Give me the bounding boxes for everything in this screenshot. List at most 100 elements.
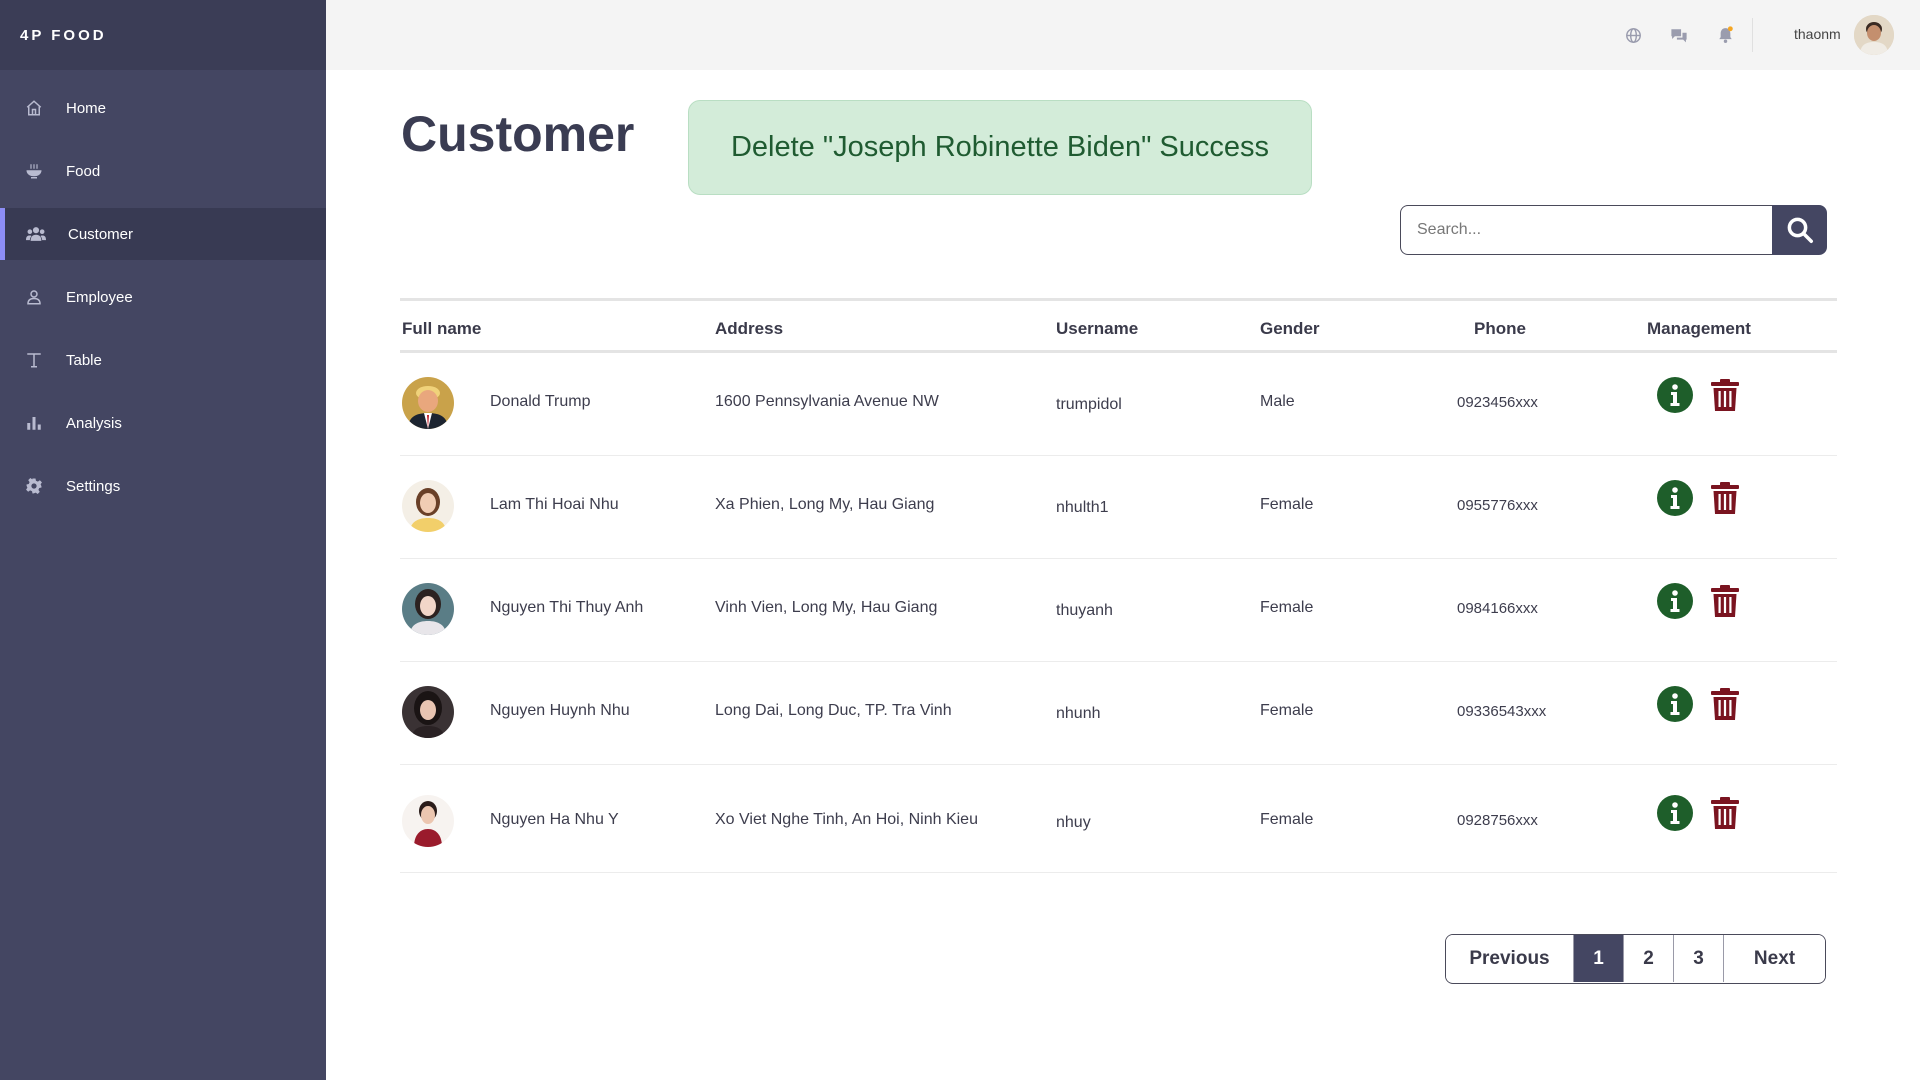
page-title: Customer [401, 105, 634, 163]
search-bar [1400, 205, 1827, 255]
trash-icon [1710, 378, 1740, 412]
sidebar-item-food[interactable]: Food [0, 145, 326, 197]
info-button[interactable] [1657, 480, 1693, 516]
info-button[interactable] [1657, 583, 1693, 619]
table-row: Lam Thi Hoai Nhu Xa Phien, Long My, Hau … [400, 456, 1837, 559]
customer-name: Nguyen Thi Thuy Anh [490, 599, 643, 617]
success-toast: Delete "Joseph Robinette Biden" Success [688, 100, 1312, 195]
search-input[interactable] [1400, 205, 1772, 255]
sidebar-item-home[interactable]: Home [0, 82, 326, 134]
header-username: Username [1056, 319, 1138, 339]
sidebar-item-label: Table [66, 352, 102, 369]
gear-icon [22, 474, 46, 498]
globe-icon[interactable] [1622, 24, 1644, 46]
delete-button[interactable] [1707, 686, 1743, 722]
customer-avatar [402, 583, 454, 635]
sidebar-item-table[interactable]: Table [0, 334, 326, 386]
page-1-button[interactable]: 1 [1574, 935, 1624, 982]
trash-icon [1710, 796, 1740, 830]
customer-gender: Female [1260, 811, 1313, 829]
info-icon [1657, 480, 1693, 516]
bowl-icon [22, 159, 46, 183]
sidebar-item-employee[interactable]: Employee [0, 271, 326, 323]
next-button[interactable]: Next [1724, 935, 1825, 982]
customer-phone: 0984166xxx [1457, 600, 1538, 617]
customer-name: Nguyen Ha Nhu Y [490, 811, 619, 829]
customer-address: Xa Phien, Long My, Hau Giang [715, 496, 934, 514]
customer-username: thuyanh [1056, 602, 1113, 620]
topbar: thaonm [326, 0, 1920, 70]
info-icon [1657, 686, 1693, 722]
customer-avatar [402, 377, 454, 429]
customer-address: 1600 Pennsylvania Avenue NW [715, 393, 939, 411]
table-row: Donald Trump 1600 Pennsylvania Avenue NW… [400, 353, 1837, 456]
sidebar-item-analysis[interactable]: Analysis [0, 397, 326, 449]
customer-username: nhunh [1056, 705, 1101, 723]
topbar-divider [1752, 18, 1753, 52]
customer-table: Full name Address Username Gender Phone … [400, 298, 1837, 873]
customer-username: nhuy [1056, 814, 1091, 832]
trash-icon [1710, 687, 1740, 721]
table-row: Nguyen Ha Nhu Y Xo Viet Nghe Tinh, An Ho… [400, 765, 1837, 873]
sidebar-item-label: Employee [66, 289, 133, 306]
page-2-button[interactable]: 2 [1624, 935, 1674, 982]
customer-address: Vinh Vien, Long My, Hau Giang [715, 599, 937, 617]
sidebar-item-label: Analysis [66, 415, 122, 432]
trash-icon [1710, 481, 1740, 515]
customer-phone: 0928756xxx [1457, 812, 1538, 829]
avatar[interactable] [1854, 15, 1894, 55]
trash-icon [1710, 584, 1740, 618]
customer-phone: 0955776xxx [1457, 497, 1538, 514]
page-3-button[interactable]: 3 [1674, 935, 1724, 982]
customer-address: Xo Viet Nghe Tinh, An Hoi, Ninh Kieu [715, 811, 978, 829]
sidebar-nav: Home Food Customer Employee Table [0, 82, 326, 512]
bell-icon[interactable] [1714, 24, 1736, 46]
info-icon [1657, 795, 1693, 831]
chat-icon[interactable] [1668, 24, 1690, 46]
header-phone: Phone [1474, 319, 1526, 339]
customer-gender: Female [1260, 702, 1313, 720]
customer-phone: 0923456xxx [1457, 394, 1538, 411]
user-icon [22, 285, 46, 309]
info-icon [1657, 377, 1693, 413]
customer-address: Long Dai, Long Duc, TP. Tra Vinh [715, 702, 952, 720]
search-button[interactable] [1772, 205, 1827, 255]
customer-gender: Female [1260, 599, 1313, 617]
info-button[interactable] [1657, 377, 1693, 413]
users-icon [24, 222, 48, 246]
pagination: Previous 1 2 3 Next [1445, 934, 1826, 984]
sidebar-item-settings[interactable]: Settings [0, 460, 326, 512]
sidebar-item-label: Home [66, 100, 106, 117]
header-address: Address [715, 319, 783, 339]
customer-avatar [402, 480, 454, 532]
username[interactable]: thaonm [1794, 26, 1841, 42]
customer-avatar [402, 686, 454, 738]
bar-chart-icon [22, 411, 46, 435]
customer-username: trumpidol [1056, 396, 1122, 414]
delete-button[interactable] [1707, 480, 1743, 516]
home-icon [22, 96, 46, 120]
delete-button[interactable] [1707, 795, 1743, 831]
sidebar: 4P FOOD Home Food Customer Employee [0, 0, 326, 1080]
info-icon [1657, 583, 1693, 619]
delete-button[interactable] [1707, 583, 1743, 619]
header-management: Management [1647, 319, 1751, 339]
info-button[interactable] [1657, 686, 1693, 722]
sidebar-item-label: Customer [68, 226, 133, 243]
header-fullname: Full name [402, 319, 481, 339]
customer-name: Nguyen Huynh Nhu [490, 702, 630, 720]
customer-name: Lam Thi Hoai Nhu [490, 496, 619, 514]
search-icon [1785, 215, 1815, 245]
delete-button[interactable] [1707, 377, 1743, 413]
previous-button[interactable]: Previous [1446, 935, 1574, 982]
sidebar-item-customer[interactable]: Customer [0, 208, 326, 260]
customer-username: nhulth1 [1056, 499, 1109, 517]
table-icon [22, 348, 46, 372]
customer-name: Donald Trump [490, 393, 591, 411]
sidebar-item-label: Food [66, 163, 100, 180]
info-button[interactable] [1657, 795, 1693, 831]
table-row: Nguyen Huynh Nhu Long Dai, Long Duc, TP.… [400, 662, 1837, 765]
table-row: Nguyen Thi Thuy Anh Vinh Vien, Long My, … [400, 559, 1837, 662]
customer-gender: Female [1260, 496, 1313, 514]
customer-avatar [402, 795, 454, 847]
